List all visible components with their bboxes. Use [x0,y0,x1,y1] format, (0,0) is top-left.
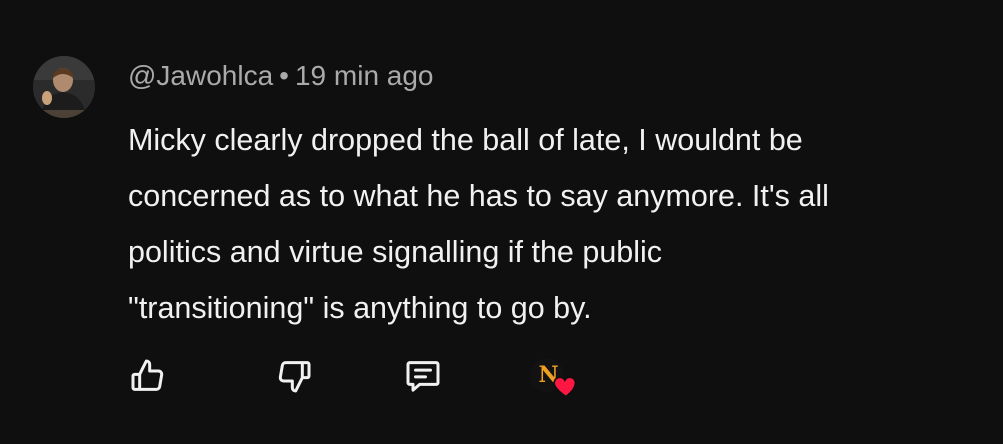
reply-button[interactable] [397,350,449,402]
meta-separator: • [279,60,289,91]
comment-thread-item: @Jawohlca • 19 min ago Micky clearly dropp… [0,0,1003,444]
comment-text-line: politics and virtue signalling if the pu… [128,235,663,269]
comment-text-line: "transitioning" is anything to go by. [128,291,592,325]
comment-author[interactable]: @Jawohlca [128,60,273,91]
comment-text-line: concerned as to what he has to say anymo… [128,179,829,213]
thumb-down-icon [278,361,311,393]
dislike-button[interactable] [268,350,320,402]
avatar[interactable] [33,56,95,118]
comment-timestamp[interactable]: 19 min ago [295,60,434,91]
comment-header: @Jawohlca • 19 min ago [128,60,434,92]
like-button[interactable] [122,350,174,402]
heart-icon [553,376,577,398]
comment-reply-icon [406,361,440,392]
comment-text: Micky clearly dropped the ball of late, … [128,112,988,336]
comment-action-bar: N [0,350,1003,410]
thumb-up-icon [131,359,164,391]
avatar-image [33,56,95,118]
creator-heart-badge[interactable]: N [530,358,586,402]
comment-text-line: Micky clearly dropped the ball of late, … [128,123,803,157]
